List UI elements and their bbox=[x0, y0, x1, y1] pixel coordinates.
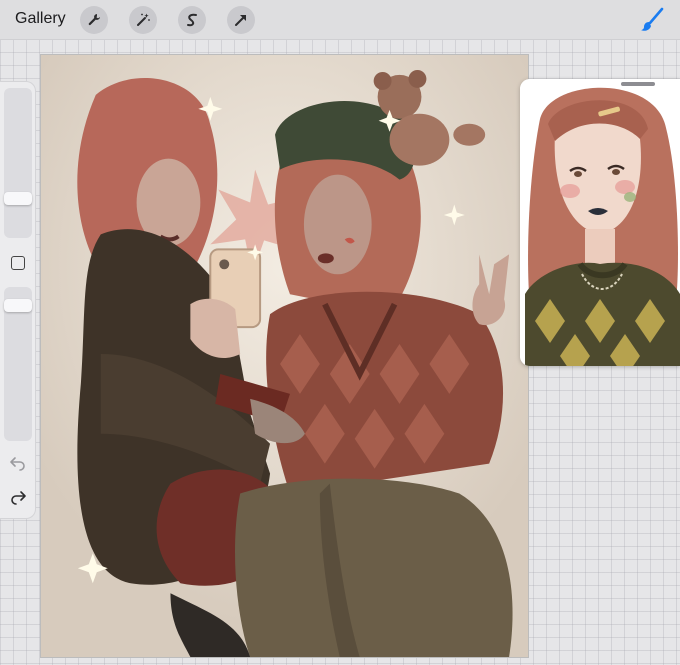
brush-size-handle[interactable] bbox=[4, 192, 32, 205]
gallery-button[interactable]: Gallery bbox=[15, 10, 66, 28]
reference-drag-handle[interactable] bbox=[621, 82, 655, 86]
reference-window[interactable] bbox=[520, 79, 680, 366]
transform-arrow-icon bbox=[235, 15, 246, 26]
reference-artwork bbox=[520, 79, 680, 366]
brush-size-slider[interactable] bbox=[4, 88, 32, 238]
opacity-handle[interactable] bbox=[4, 299, 32, 312]
redo-icon[interactable] bbox=[9, 488, 27, 506]
drawing-canvas[interactable] bbox=[40, 54, 529, 658]
adjustments-button[interactable] bbox=[129, 6, 157, 34]
transform-button[interactable] bbox=[227, 6, 255, 34]
canvas-artwork bbox=[41, 55, 528, 657]
undo-icon[interactable] bbox=[9, 454, 27, 472]
selection-button[interactable] bbox=[178, 6, 206, 34]
brush-icon[interactable] bbox=[638, 6, 666, 34]
magic-wand-icon bbox=[137, 13, 150, 26]
actions-button[interactable] bbox=[80, 6, 108, 34]
selection-icon bbox=[187, 13, 197, 27]
wrench-icon bbox=[88, 14, 100, 26]
top-toolbar: Gallery bbox=[0, 0, 680, 40]
left-sidebar bbox=[0, 81, 36, 519]
modify-button[interactable] bbox=[11, 256, 25, 270]
